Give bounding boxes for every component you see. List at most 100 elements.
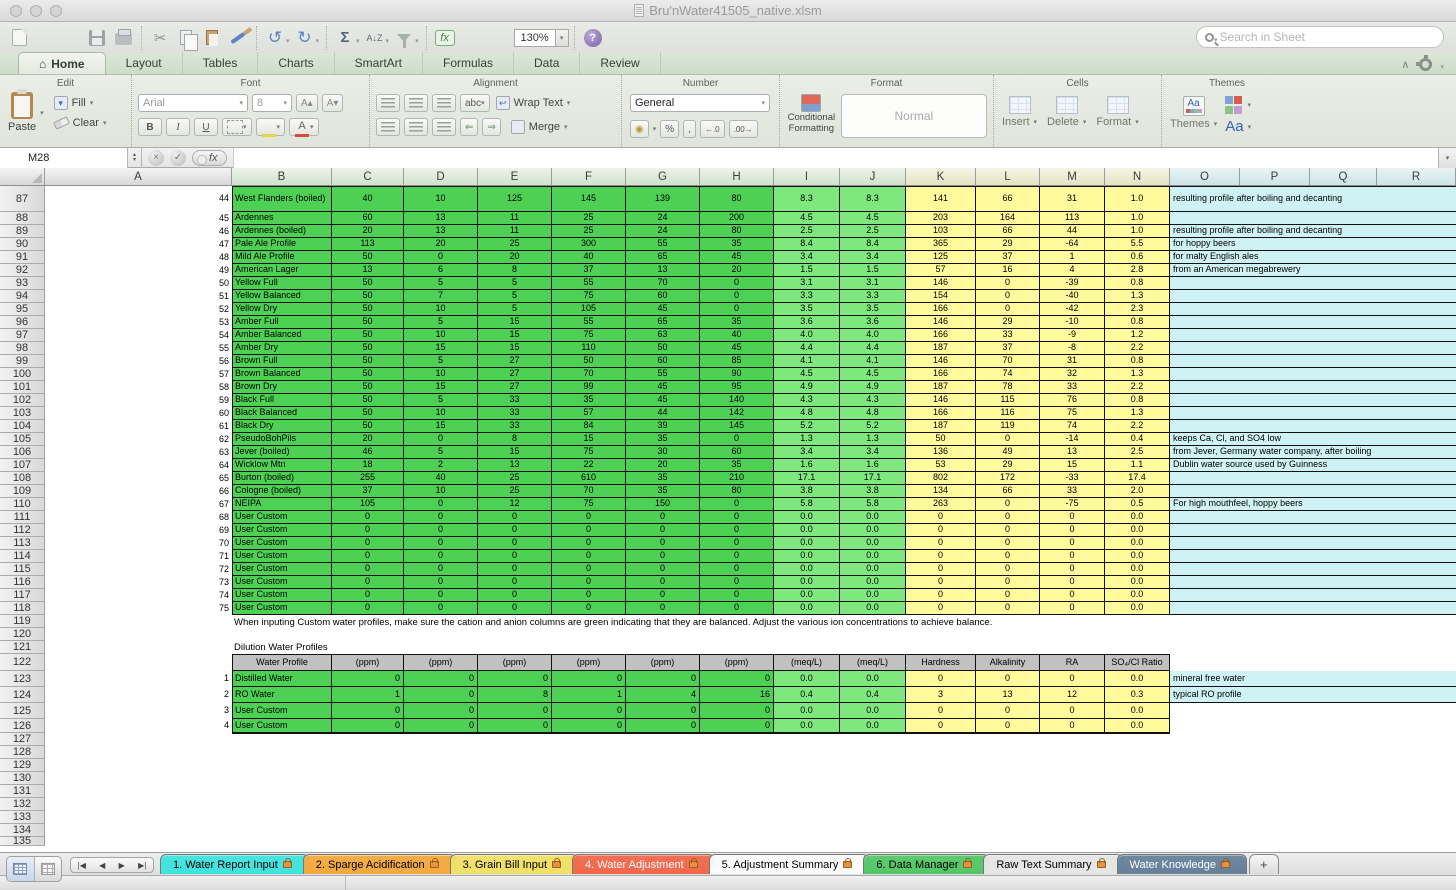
cell[interactable]: 0.0 [840,719,906,733]
cell[interactable]: 3.4 [774,251,840,264]
cell[interactable]: 0 [626,524,700,537]
cell[interactable]: 32 [1040,368,1105,381]
font-color-button[interactable]: A ▾ [289,118,319,137]
cell[interactable]: 187 [906,420,976,433]
cell[interactable]: 66 [45,485,232,498]
cell[interactable]: 33 [478,420,552,433]
cell[interactable]: 45 [626,381,700,394]
cell[interactable]: 45 [45,212,232,225]
cell[interactable]: 60 [45,407,232,420]
cell[interactable]: 20 [700,264,774,277]
cell[interactable]: 0.6 [1105,251,1170,264]
row-header-100[interactable]: 100 [0,368,45,381]
cell[interactable]: 10 [404,329,478,342]
row-header-90[interactable]: 90 [0,238,45,251]
cell[interactable]: typical RO profile [1170,687,1456,703]
cell[interactable]: 0 [626,602,700,615]
cell[interactable]: 65 [45,472,232,485]
cell[interactable]: 0.0 [1105,703,1170,719]
first-sheet-button[interactable]: |◀ [78,861,86,870]
cell[interactable]: 3.5 [774,303,840,316]
cell[interactable]: 0 [404,550,478,563]
cell[interactable] [1170,485,1456,498]
column-header-L[interactable]: L [976,168,1040,186]
cell[interactable]: 75 [552,329,626,342]
paste-ribbon-button[interactable]: Paste [8,89,36,133]
column-header-K[interactable]: K [906,168,976,186]
print-button[interactable] [110,25,136,51]
cell[interactable]: 10 [404,485,478,498]
cell[interactable]: 142 [700,407,774,420]
cell[interactable]: 0 [906,589,976,602]
cell[interactable]: 2.0 [1105,485,1170,498]
undo-button[interactable]: ↺ [262,25,288,51]
cell[interactable]: 0 [626,576,700,589]
cell[interactable]: 55 [626,238,700,251]
row-header-89[interactable]: 89 [0,225,45,238]
cell[interactable]: 5 [478,277,552,290]
cell[interactable]: 4.8 [774,407,840,420]
cell[interactable]: 15 [404,381,478,394]
cell[interactable]: 60 [626,355,700,368]
cell[interactable]: 0 [700,576,774,589]
cell[interactable]: 99 [552,381,626,394]
cell[interactable]: 0 [478,671,552,687]
cell[interactable]: 60 [700,446,774,459]
cell[interactable]: 0.0 [774,719,840,733]
cell[interactable]: 0 [552,524,626,537]
row-header-97[interactable]: 97 [0,329,45,342]
cell[interactable]: 2 [45,687,232,703]
cell[interactable]: 4.1 [774,355,840,368]
next-sheet-button[interactable]: ▶ [119,861,125,870]
cell[interactable]: 2 [404,459,478,472]
cell[interactable]: 3.6 [840,316,906,329]
cell[interactable]: User Custom [232,524,332,537]
cell[interactable]: 35 [552,394,626,407]
cell[interactable]: 95 [700,381,774,394]
cell[interactable]: 365 [906,238,976,251]
cell[interactable]: 0.0 [1105,719,1170,733]
cell[interactable]: resulting profile after boiling and deca… [1170,186,1456,212]
cell[interactable] [1170,420,1456,433]
gear-icon[interactable] [1416,54,1433,71]
cell[interactable]: 0 [404,433,478,446]
merge-button[interactable]: Merge ▾ [510,120,567,134]
cell[interactable]: 0 [976,511,1040,524]
cell[interactable]: 27 [478,355,552,368]
cell[interactable]: 57 [906,264,976,277]
delete-cells-button[interactable]: Delete ▾ [1047,96,1086,128]
cell[interactable]: 45 [626,303,700,316]
cell[interactable]: 0.0 [840,671,906,687]
cell[interactable]: 67 [45,498,232,511]
cell[interactable]: -40 [1040,290,1105,303]
cell[interactable]: 0 [976,576,1040,589]
formula-bar-expand-icon[interactable]: ▾ [1438,147,1456,168]
cell[interactable]: 154 [906,290,976,303]
sheet-tab-3-grain-bill-input[interactable]: 3. Grain Bill Input [449,854,578,874]
cell[interactable]: for hoppy beers [1170,238,1456,251]
sheet-tab-5-adjustment-summary[interactable]: 5. Adjustment Summary [708,854,870,874]
media-browser-button[interactable] [483,25,1456,877]
cell[interactable]: 3.5 [840,303,906,316]
cell[interactable]: 35 [700,316,774,329]
column-header-C[interactable]: C [332,168,404,186]
cell[interactable]: 3.4 [840,251,906,264]
cell[interactable]: 35 [626,433,700,446]
cell[interactable] [1170,212,1456,225]
cell[interactable]: 50 [332,290,404,303]
formula-input[interactable] [232,147,1438,168]
paste-button[interactable] [199,25,225,51]
cell[interactable]: 0 [906,524,976,537]
row-header-132[interactable]: 132 [0,798,45,811]
cell[interactable]: 0 [404,498,478,511]
cell[interactable]: 0.0 [840,524,906,537]
redo-button[interactable]: ↻ [292,25,318,51]
cell[interactable]: 150 [626,498,700,511]
cell[interactable]: 125 [906,251,976,264]
cell[interactable]: 50 [332,355,404,368]
cell[interactable]: 22 [552,459,626,472]
cell[interactable]: 50 [332,316,404,329]
row-header-87[interactable]: 87 [0,186,45,212]
cell[interactable]: 0.8 [1105,355,1170,368]
cell[interactable]: 172 [976,472,1040,485]
